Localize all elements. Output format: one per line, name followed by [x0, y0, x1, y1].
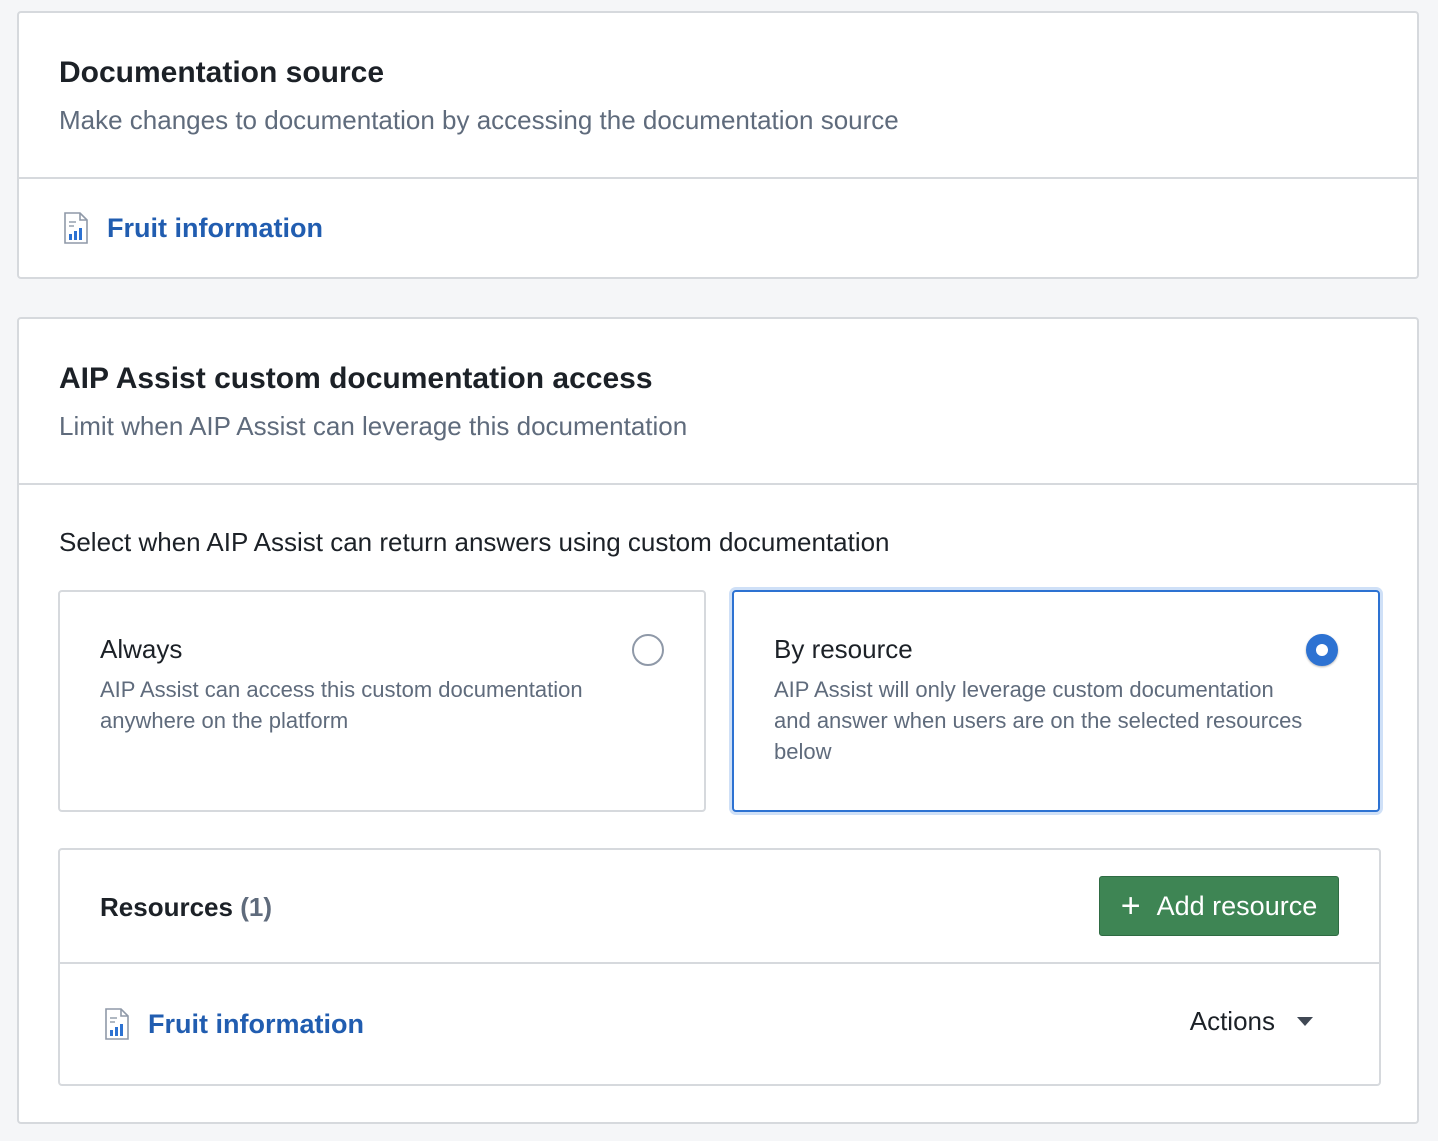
resources-count: (1) [240, 892, 272, 922]
resources-header: Resources (1) [100, 892, 272, 923]
add-resource-button[interactable]: + Add resource [1099, 876, 1339, 936]
actions-label: Actions [1189, 1006, 1275, 1036]
resource-link-label[interactable]: Fruit information [107, 213, 323, 244]
radio-by-resource[interactable] [1306, 634, 1338, 666]
option-title: Always [100, 634, 183, 664]
option-description: AIP Assist will only leverage custom doc… [774, 677, 1303, 764]
access-select-label: Select when AIP Assist can return answer… [59, 527, 890, 557]
resources-title: Resources [100, 892, 233, 922]
option-title: By resource [774, 634, 913, 664]
plus-icon: + [1120, 887, 1141, 925]
card-title: AIP Assist custom documentation access [59, 362, 653, 395]
resource-row-link[interactable]: Fruit information [104, 1008, 364, 1040]
option-always[interactable]: Always AIP Assist can access this custom… [58, 590, 706, 812]
option-by-resource[interactable]: By resource AIP Assist will only leverag… [732, 590, 1380, 812]
card-title: Documentation source [59, 56, 385, 89]
caret-down-icon [1297, 1017, 1313, 1026]
documentation-source-link[interactable]: Fruit information [63, 212, 323, 244]
actions-dropdown[interactable]: Actions [1190, 1006, 1313, 1037]
card-subtitle: Make changes to documentation by accessi… [59, 105, 899, 135]
aip-assist-access-card: AIP Assist custom documentation access L… [17, 317, 1419, 1124]
add-resource-label: Add resource [1156, 890, 1318, 921]
document-chart-icon [64, 212, 88, 244]
resource-link-label[interactable]: Fruit information [148, 1009, 364, 1040]
card-subtitle: Limit when AIP Assist can leverage this … [59, 411, 688, 441]
option-description: AIP Assist can access this custom docume… [100, 677, 583, 733]
document-chart-icon [105, 1008, 129, 1040]
divider [19, 177, 1417, 179]
divider [60, 962, 1379, 964]
resources-panel: Resources (1) + Add resource Fruit infor… [58, 848, 1381, 1086]
divider [19, 483, 1417, 485]
card-header: AIP Assist custom documentation access L… [19, 319, 1417, 443]
card-header: Documentation source Make changes to doc… [19, 13, 1417, 137]
radio-always[interactable] [632, 634, 664, 666]
documentation-source-card: Documentation source Make changes to doc… [17, 11, 1419, 279]
